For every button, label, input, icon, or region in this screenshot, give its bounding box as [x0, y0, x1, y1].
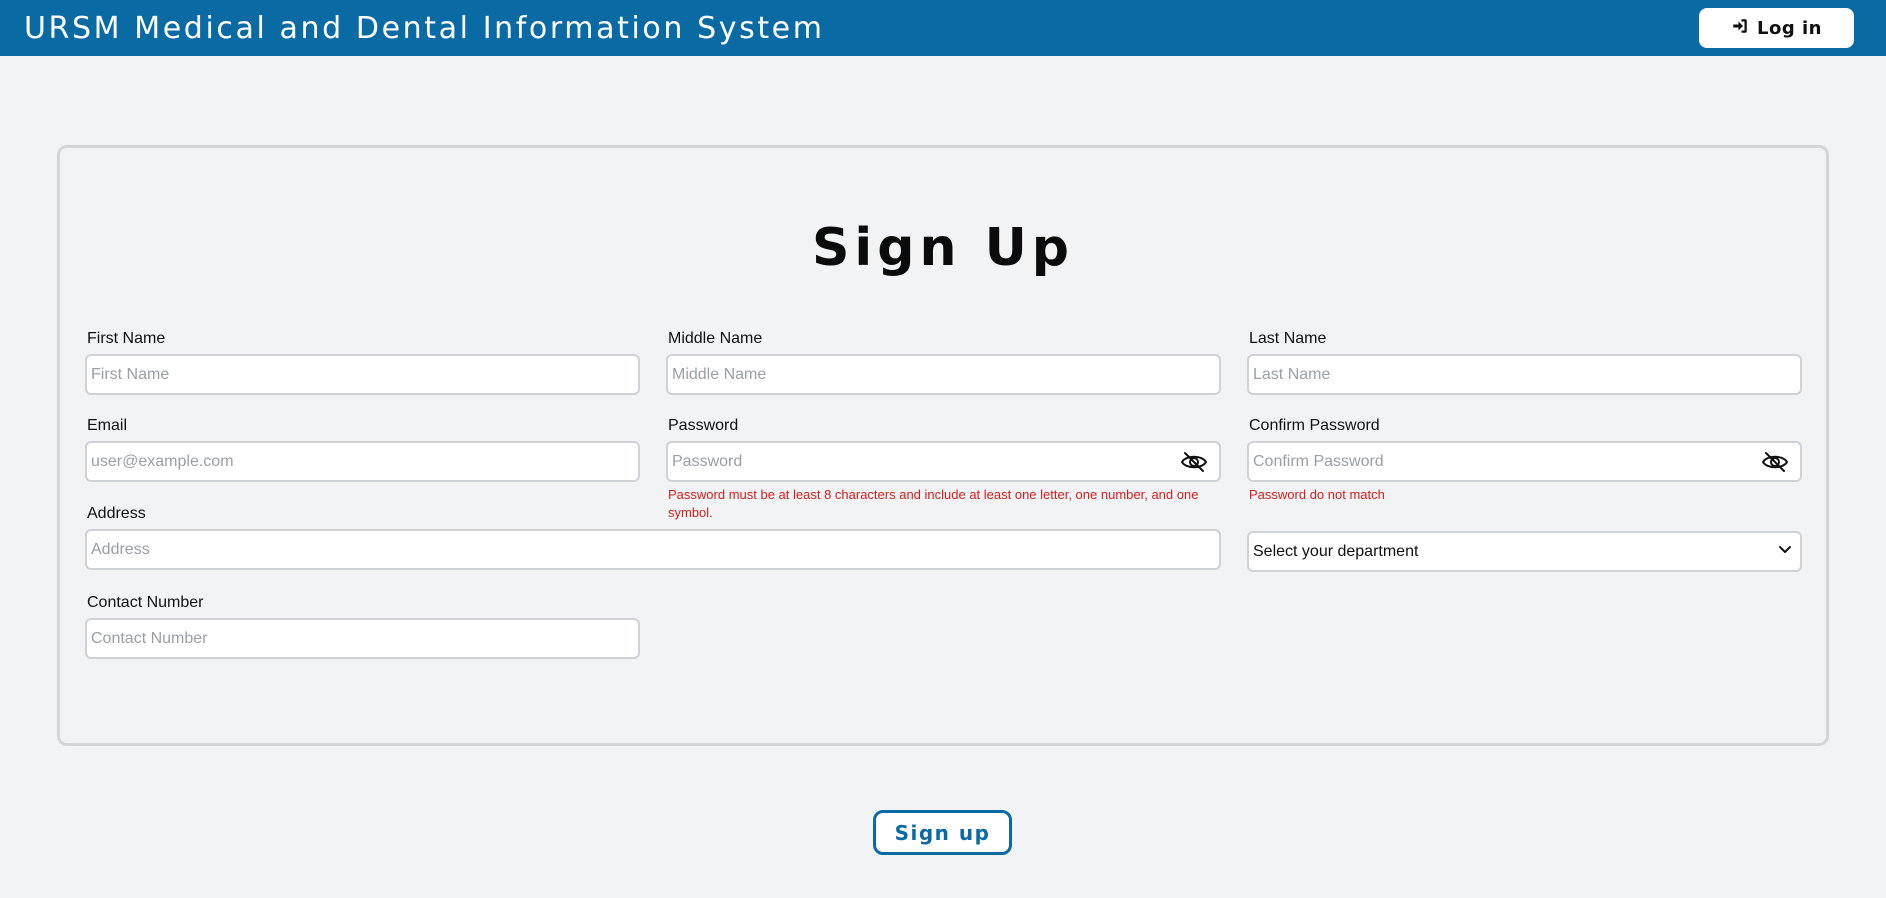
- top-navbar: URSM Medical and Dental Information Syst…: [0, 0, 1886, 56]
- address-input[interactable]: [87, 531, 1219, 568]
- confirm-password-box: [1247, 441, 1802, 482]
- last-name-label: Last Name: [1249, 330, 1327, 347]
- confirm-password-label: Confirm Password: [1249, 417, 1380, 434]
- contact-number-label: Contact Number: [87, 594, 204, 611]
- email-field[interactable]: [87, 443, 638, 480]
- middle-name-group: Middle Name: [666, 330, 1221, 395]
- first-name-group: First Name: [85, 330, 640, 395]
- first-name-label: First Name: [87, 330, 166, 347]
- signup-button[interactable]: Sign up: [873, 810, 1012, 855]
- last-name-input[interactable]: [1249, 356, 1800, 393]
- contact-number-input[interactable]: [87, 620, 638, 657]
- email-group: Email: [85, 417, 640, 482]
- login-label: Log in: [1757, 17, 1822, 39]
- department-selected: Select your department: [1253, 542, 1419, 560]
- middle-name-box: [666, 354, 1221, 395]
- middle-name-input[interactable]: [668, 356, 1219, 393]
- password-label: Password: [668, 417, 739, 434]
- last-name-group: Last Name: [1247, 330, 1802, 395]
- login-button[interactable]: Log in: [1699, 8, 1854, 48]
- confirm-password-error: Password do not match: [1249, 487, 1385, 502]
- contact-number-group: Contact Number: [85, 594, 640, 659]
- confirm-password-group: Confirm Password Password do not match: [1247, 417, 1802, 504]
- address-box: [85, 529, 1221, 570]
- password-box: [666, 441, 1221, 482]
- eye-off-icon[interactable]: [1760, 449, 1790, 475]
- password-input[interactable]: [668, 443, 1219, 480]
- address-label: Address: [87, 505, 146, 522]
- signup-card: Sign Up First Name Middle Name Last Name…: [57, 145, 1829, 746]
- confirm-password-input[interactable]: [1249, 443, 1800, 480]
- address-group: Address: [85, 505, 1221, 570]
- contact-number-box: [85, 618, 640, 659]
- eye-off-icon[interactable]: [1179, 449, 1209, 475]
- department-group: Select your department: [1247, 531, 1802, 572]
- login-arrow-icon: [1731, 17, 1749, 40]
- chevron-down-icon: [1778, 542, 1792, 561]
- page-title: Sign Up: [811, 218, 1075, 278]
- first-name-box: [85, 354, 640, 395]
- email-label: Email: [87, 417, 128, 434]
- first-name-input[interactable]: [87, 356, 638, 393]
- email-box: [85, 441, 640, 482]
- app-title: URSM Medical and Dental Information Syst…: [24, 10, 825, 46]
- last-name-box: [1247, 354, 1802, 395]
- middle-name-label: Middle Name: [668, 330, 763, 347]
- department-select[interactable]: Select your department: [1247, 531, 1802, 572]
